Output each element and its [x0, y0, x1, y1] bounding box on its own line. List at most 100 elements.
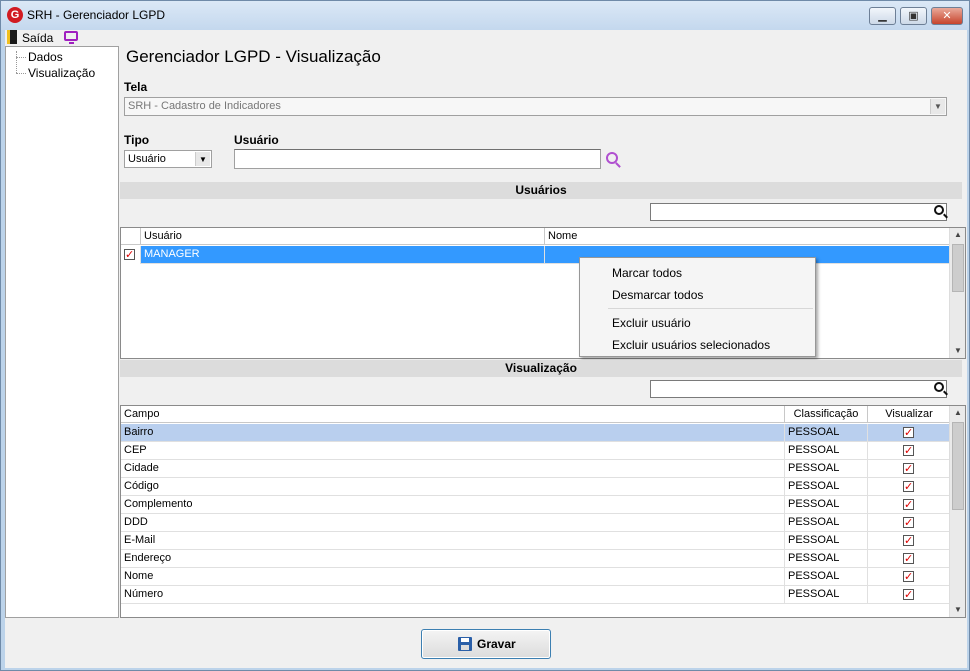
table-row[interactable]: CEP PESSOAL: [121, 442, 950, 460]
tela-select-value: SRH - Cadastro de Indicadores: [128, 100, 281, 112]
visualizacao-grid-header: Campo Classificação Visualizar: [121, 406, 950, 423]
campo-cell[interactable]: DDD: [121, 514, 785, 532]
row-checkbox[interactable]: [124, 247, 135, 264]
classificacao-cell[interactable]: PESSOAL: [785, 442, 868, 460]
classificacao-cell[interactable]: PESSOAL: [785, 550, 868, 568]
window-title: SRH - Gerenciador LGPD: [27, 8, 166, 22]
table-row[interactable]: Complemento PESSOAL: [121, 496, 950, 514]
visualizar-cell[interactable]: [868, 514, 950, 532]
search-usuario-icon-handle: [615, 162, 621, 168]
campo-cell[interactable]: CEP: [121, 442, 785, 460]
column-header-classificacao[interactable]: Classificação: [785, 406, 868, 423]
menu-item-excluir-selecionados[interactable]: Excluir usuários selecionados: [612, 338, 770, 352]
usuarios-section-header: Usuários: [120, 182, 962, 199]
visualizar-checkbox[interactable]: [903, 443, 914, 460]
campo-cell[interactable]: Endereço: [121, 550, 785, 568]
classificacao-cell[interactable]: PESSOAL: [785, 568, 868, 586]
visualizar-cell[interactable]: [868, 550, 950, 568]
visualizar-checkbox[interactable]: [903, 587, 914, 604]
menu-item-marcar-todos[interactable]: Marcar todos: [612, 266, 682, 280]
scroll-thumb[interactable]: [952, 244, 964, 292]
tree-item-dados[interactable]: Dados: [28, 50, 63, 64]
visualizar-cell[interactable]: [868, 460, 950, 478]
close-button[interactable]: ✕: [931, 7, 963, 25]
visualizar-checkbox[interactable]: [903, 551, 914, 568]
visualizar-cell[interactable]: [868, 478, 950, 496]
monitor-icon[interactable]: [64, 31, 78, 44]
chevron-down-icon[interactable]: ▼: [930, 99, 945, 114]
menu-item-excluir-usuario[interactable]: Excluir usuário: [612, 316, 691, 330]
scroll-down-icon[interactable]: ▼: [950, 344, 965, 358]
exit-door-icon[interactable]: [7, 30, 17, 44]
column-header-campo[interactable]: Campo: [121, 406, 785, 423]
app-window: G SRH - Gerenciador LGPD ▁ ▣ ✕ Saída Dad…: [0, 0, 970, 671]
usuario-cell[interactable]: MANAGER: [141, 246, 545, 264]
visualizar-checkbox[interactable]: [903, 515, 914, 532]
table-row[interactable]: Bairro PESSOAL: [121, 424, 950, 442]
tipo-select[interactable]: Usuário ▼: [124, 150, 212, 168]
table-row[interactable]: Nome PESSOAL: [121, 568, 950, 586]
usuarios-scrollbar[interactable]: ▲ ▼: [949, 228, 965, 358]
tela-select[interactable]: SRH - Cadastro de Indicadores ▼: [124, 97, 947, 116]
visualizacao-scrollbar[interactable]: ▲ ▼: [949, 406, 965, 617]
scroll-up-icon[interactable]: ▲: [950, 406, 965, 420]
tipo-select-value: Usuário: [128, 153, 166, 165]
column-header-usuario[interactable]: Usuário: [141, 228, 545, 245]
visualizar-cell[interactable]: [868, 496, 950, 514]
usuario-input[interactable]: [234, 149, 601, 169]
visualizar-checkbox[interactable]: [903, 533, 914, 550]
visualizar-cell[interactable]: [868, 532, 950, 550]
visualizar-cell[interactable]: [868, 586, 950, 604]
campo-cell[interactable]: E-Mail: [121, 532, 785, 550]
visualizar-checkbox[interactable]: [903, 425, 914, 442]
visualizar-checkbox[interactable]: [903, 569, 914, 586]
classificacao-cell[interactable]: PESSOAL: [785, 478, 868, 496]
table-row[interactable]: E-Mail PESSOAL: [121, 532, 950, 550]
campo-cell[interactable]: Cidade: [121, 460, 785, 478]
table-row[interactable]: Código PESSOAL: [121, 478, 950, 496]
save-button[interactable]: Gravar: [421, 629, 551, 659]
visualizar-checkbox[interactable]: [903, 497, 914, 514]
scroll-down-icon[interactable]: ▼: [950, 603, 965, 617]
exit-menu-item[interactable]: Saída: [22, 31, 53, 45]
tree-item-visualizacao[interactable]: Visualização: [28, 66, 95, 80]
visualizacao-search-input[interactable]: [650, 380, 947, 398]
scroll-up-icon[interactable]: ▲: [950, 228, 965, 242]
menu-item-desmarcar-todos[interactable]: Desmarcar todos: [612, 288, 703, 302]
table-row[interactable]: Cidade PESSOAL: [121, 460, 950, 478]
page-title: Gerenciador LGPD - Visualização: [126, 47, 381, 66]
table-row[interactable]: MANAGER: [121, 246, 950, 264]
table-row[interactable]: DDD PESSOAL: [121, 514, 950, 532]
column-header-visualizar[interactable]: Visualizar: [868, 406, 950, 423]
scroll-thumb[interactable]: [952, 422, 964, 510]
classificacao-cell[interactable]: PESSOAL: [785, 514, 868, 532]
chevron-down-icon[interactable]: ▼: [195, 152, 210, 166]
maximize-button[interactable]: ▣: [900, 7, 927, 25]
app-logo-icon: G: [7, 7, 23, 23]
search-icon[interactable]: [934, 205, 944, 215]
visualizar-checkbox[interactable]: [903, 461, 914, 478]
visualizar-checkbox[interactable]: [903, 479, 914, 496]
table-row[interactable]: Endereço PESSOAL: [121, 550, 950, 568]
campo-cell[interactable]: Complemento: [121, 496, 785, 514]
campo-cell[interactable]: Código: [121, 478, 785, 496]
visualizar-cell[interactable]: [868, 424, 950, 442]
title-bar[interactable]: G SRH - Gerenciador LGPD ▁ ▣ ✕: [1, 1, 969, 30]
campo-cell[interactable]: Nome: [121, 568, 785, 586]
campo-cell[interactable]: Bairro: [121, 424, 785, 442]
floppy-disk-icon: [458, 637, 472, 651]
classificacao-cell[interactable]: PESSOAL: [785, 496, 868, 514]
row-checkbox-cell[interactable]: [121, 246, 141, 264]
classificacao-cell[interactable]: PESSOAL: [785, 532, 868, 550]
visualizar-cell[interactable]: [868, 568, 950, 586]
table-row[interactable]: Número PESSOAL: [121, 586, 950, 604]
usuarios-search-input[interactable]: [650, 203, 947, 221]
search-icon[interactable]: [934, 382, 944, 392]
visualizar-cell[interactable]: [868, 442, 950, 460]
campo-cell[interactable]: Número: [121, 586, 785, 604]
classificacao-cell[interactable]: PESSOAL: [785, 424, 868, 442]
minimize-button[interactable]: ▁: [869, 7, 896, 25]
column-header-nome[interactable]: Nome: [545, 228, 950, 245]
classificacao-cell[interactable]: PESSOAL: [785, 460, 868, 478]
classificacao-cell[interactable]: PESSOAL: [785, 586, 868, 604]
